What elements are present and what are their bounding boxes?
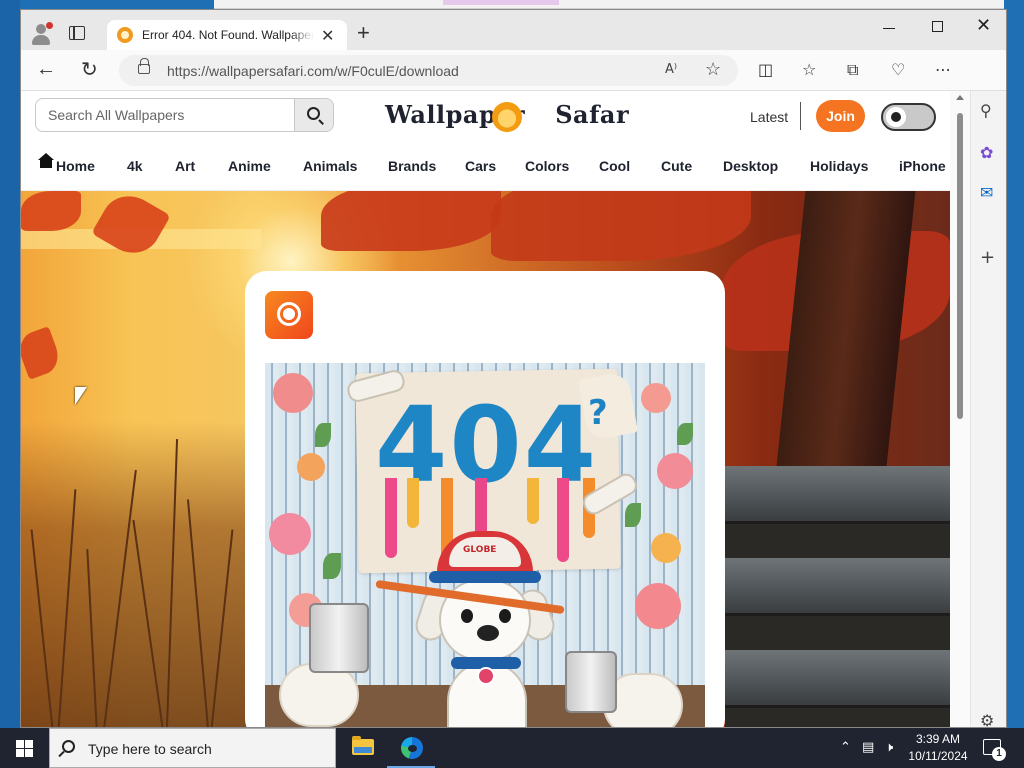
profile-avatar-body — [32, 35, 50, 45]
clock-date[interactable]: 10/11/2024 — [906, 749, 970, 763]
page-scrollbar[interactable] — [950, 91, 970, 727]
theme-toggle[interactable] — [881, 103, 936, 131]
header-divider — [800, 102, 801, 130]
background-window-edge — [214, 0, 1004, 9]
site-search: Search All Wallpapers — [35, 98, 334, 132]
scroll-thumb[interactable] — [957, 113, 963, 419]
lock-icon[interactable] — [138, 58, 150, 74]
leaf-cluster — [321, 191, 501, 251]
tab-active[interactable]: Error 404. Not Found. Wallpapers ✕ — [107, 20, 347, 50]
back-arrow-icon[interactable]: ← — [36, 58, 56, 81]
background-window-tab — [443, 0, 559, 5]
maximize-button[interactable] — [932, 21, 943, 32]
browser-window: Error 404. Not Found. Wallpapers ✕ + ✕ ←… — [20, 9, 1007, 728]
taskbar-search[interactable]: Type here to search — [49, 728, 336, 768]
scroll-up-arrow-icon[interactable] — [956, 95, 964, 100]
wallpapersafari-favicon-icon — [117, 27, 133, 43]
logo-word-right: Safar — [555, 100, 630, 129]
add-favorite-icon[interactable]: ☆ — [705, 59, 721, 80]
mouse-cursor — [75, 387, 87, 405]
sidebar-settings-icon[interactable]: ⚙ — [980, 711, 994, 727]
clock-time[interactable]: 3:39 AM — [910, 732, 966, 746]
nav-item-cool[interactable]: Cool — [599, 158, 630, 174]
profile-notification-dot — [46, 22, 53, 29]
cap-label: GLOBE — [463, 545, 497, 555]
paint-can-left — [309, 603, 369, 673]
new-tab-button[interactable]: + — [357, 22, 370, 44]
puppy-painter: GLOBE — [375, 531, 565, 727]
site-header: Search All Wallpapers Wallpaper Safar Lat… — [21, 91, 950, 141]
address-bar[interactable]: https://wallpapersafari.com/w/F0culE/dow… — [119, 55, 738, 86]
edge-sidebar: ⚲ ✿ ✉ + ⚙ — [970, 91, 1006, 727]
nav-item-brands[interactable]: Brands — [388, 158, 436, 174]
split-screen-icon[interactable]: ◫ — [758, 60, 773, 79]
file-explorer-button[interactable] — [338, 728, 386, 768]
search-icon — [62, 740, 75, 753]
lion-logo-icon — [492, 102, 522, 132]
notification-count: 1 — [992, 747, 1006, 761]
nav-item-iphone[interactable]: iPhone — [899, 158, 946, 174]
taskbar-search-text[interactable]: Type here to search — [88, 741, 212, 757]
nav-item-cars[interactable]: Cars — [465, 158, 496, 174]
nav-item-animals[interactable]: Animals — [303, 158, 357, 174]
close-window-button[interactable]: ✕ — [976, 15, 991, 36]
add-icon[interactable]: + — [980, 247, 995, 268]
minimize-button[interactable] — [883, 28, 895, 29]
outlook-icon[interactable]: ✉ — [980, 183, 993, 202]
reload-icon[interactable]: ↻ — [81, 57, 98, 82]
site-search-input[interactable]: Search All Wallpapers — [48, 107, 184, 123]
category-nav: Home 4k Art Anime Animals Brands Cars Co… — [21, 141, 950, 191]
read-aloud-icon[interactable]: A⁾ — [665, 62, 677, 77]
tab-actions-icon[interactable] — [69, 26, 85, 40]
edge-icon — [401, 737, 423, 759]
tab-title: Error 404. Not Found. Wallpapers — [142, 28, 314, 42]
network-icon[interactable]: ▤ — [862, 740, 874, 755]
leaf — [91, 191, 171, 264]
nav-item-colors[interactable]: Colors — [525, 158, 569, 174]
edge-taskbar-button[interactable] — [387, 728, 435, 768]
error-card: ? 404 GLOBE — [245, 271, 725, 727]
home-icon[interactable] — [38, 153, 54, 169]
leaf — [21, 326, 64, 380]
search-icon — [307, 107, 320, 120]
site-search-button[interactable] — [294, 99, 333, 131]
favorites-icon[interactable]: ☆ — [802, 60, 816, 79]
nav-item-desktop[interactable]: Desktop — [723, 158, 778, 174]
leaf — [21, 191, 81, 231]
wallpapersafari-logo-icon[interactable] — [265, 291, 313, 339]
bench — [725, 466, 950, 727]
sun-icon — [886, 107, 906, 127]
start-button[interactable] — [16, 740, 33, 757]
grass — [21, 421, 251, 727]
latest-link[interactable]: Latest — [750, 109, 788, 125]
paint-can-right — [565, 651, 617, 713]
volume-muted-icon[interactable]: 🕨 — [885, 740, 893, 755]
collections-icon[interactable]: ⧉ — [847, 60, 858, 80]
copilot-sidebar-icon[interactable]: ✿ — [980, 143, 993, 162]
tray-chevron-icon[interactable]: ⌃ — [840, 740, 851, 755]
profile-avatar-icon — [36, 24, 46, 34]
tab-close-icon[interactable]: ✕ — [321, 26, 334, 46]
taskbar: Type here to search ⌃ ▤ 🕨 3:39 AM 10/11/… — [0, 728, 1024, 768]
profile-button[interactable] — [29, 22, 53, 46]
leaf-cluster — [491, 191, 751, 261]
nav-item-art[interactable]: Art — [175, 158, 195, 174]
web-page: Search All Wallpapers Wallpaper Safar Lat… — [21, 91, 950, 727]
404-illustration: ? 404 GLOBE — [265, 363, 705, 727]
performance-icon[interactable]: ♡ — [891, 60, 905, 79]
join-button[interactable]: Join — [816, 100, 865, 132]
tree-trunk — [776, 191, 916, 466]
sidebar-search-icon[interactable]: ⚲ — [980, 101, 992, 120]
browser-toolbar: ← ↻ https://wallpapersafari.com/w/F0culE… — [21, 50, 1006, 122]
folder-icon — [352, 736, 374, 755]
more-icon[interactable]: ⋯ — [935, 60, 951, 79]
nav-item-4k[interactable]: 4k — [127, 158, 143, 174]
nav-item-cute[interactable]: Cute — [661, 158, 692, 174]
title-bar: Error 404. Not Found. Wallpapers ✕ + ✕ — [21, 10, 1006, 50]
nav-item-anime[interactable]: Anime — [228, 158, 271, 174]
nav-item-home[interactable]: Home — [56, 158, 95, 174]
desktop-background — [0, 0, 20, 728]
nav-item-holidays[interactable]: Holidays — [810, 158, 868, 174]
url-text[interactable]: https://wallpapersafari.com/w/F0culE/dow… — [167, 63, 459, 79]
